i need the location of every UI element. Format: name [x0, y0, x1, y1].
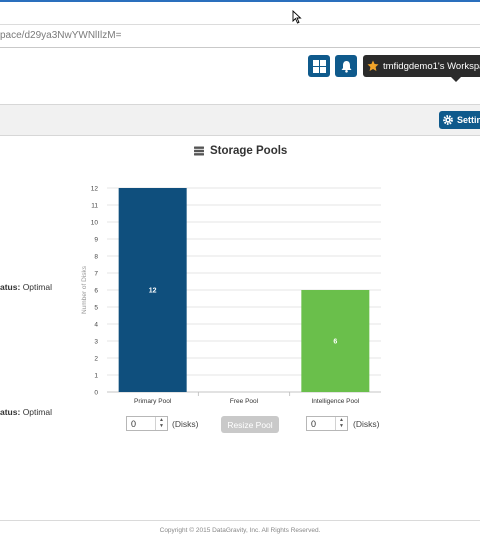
resize-pool-button[interactable]: Resize Pool — [221, 416, 279, 433]
x-category-label: Intelligence Pool — [311, 398, 359, 405]
y-tick-label: 11 — [91, 202, 98, 209]
y-tick-label: 0 — [94, 389, 98, 396]
up-arrow-icon[interactable]: ▲ — [339, 417, 344, 423]
y-tick-label: 12 — [91, 185, 99, 192]
stepper-value: 0 — [311, 418, 317, 429]
stepper-value: 0 — [131, 418, 137, 429]
up-arrow-icon[interactable]: ▲ — [159, 417, 164, 423]
stepper-arrows[interactable]: ▲ ▼ — [155, 417, 167, 430]
primary-disks-suffix: (Disks) — [172, 419, 199, 429]
y-tick-label: 5 — [94, 304, 98, 311]
y-tick-label: 4 — [94, 321, 98, 328]
y-axis-label: Number of Disks — [81, 265, 88, 314]
bar-data-label: 12 — [149, 288, 157, 295]
y-tick-label: 10 — [91, 219, 99, 226]
intelligence-pool-disks-stepper[interactable]: 0 ▲ ▼ — [306, 416, 348, 431]
y-tick-label: 3 — [94, 338, 98, 345]
primary-pool-disks-stepper[interactable]: 0 ▲ ▼ — [126, 416, 168, 431]
bar-data-label: 6 — [333, 339, 337, 346]
footer-copyright: Copyright © 2015 DataGravity, Inc. All R… — [0, 520, 480, 540]
storage-pools-chart: 0123456789101112Number of Disks 12Primary… — [81, 185, 381, 405]
down-arrow-icon[interactable]: ▼ — [159, 424, 164, 429]
y-tick-label: 9 — [94, 236, 98, 243]
y-tick-label: 8 — [94, 253, 98, 260]
y-tick-label: 6 — [94, 287, 98, 294]
intelligence-disks-suffix: (Disks) — [353, 419, 380, 429]
x-category-label: Primary Pool — [134, 398, 172, 405]
y-tick-label: 7 — [94, 270, 98, 277]
y-tick-label: 2 — [94, 355, 98, 362]
x-category-label: Free Pool — [230, 398, 259, 405]
y-tick-label: 1 — [94, 372, 98, 379]
stepper-arrows[interactable]: ▲ ▼ — [335, 417, 347, 430]
down-arrow-icon[interactable]: ▼ — [339, 424, 344, 429]
